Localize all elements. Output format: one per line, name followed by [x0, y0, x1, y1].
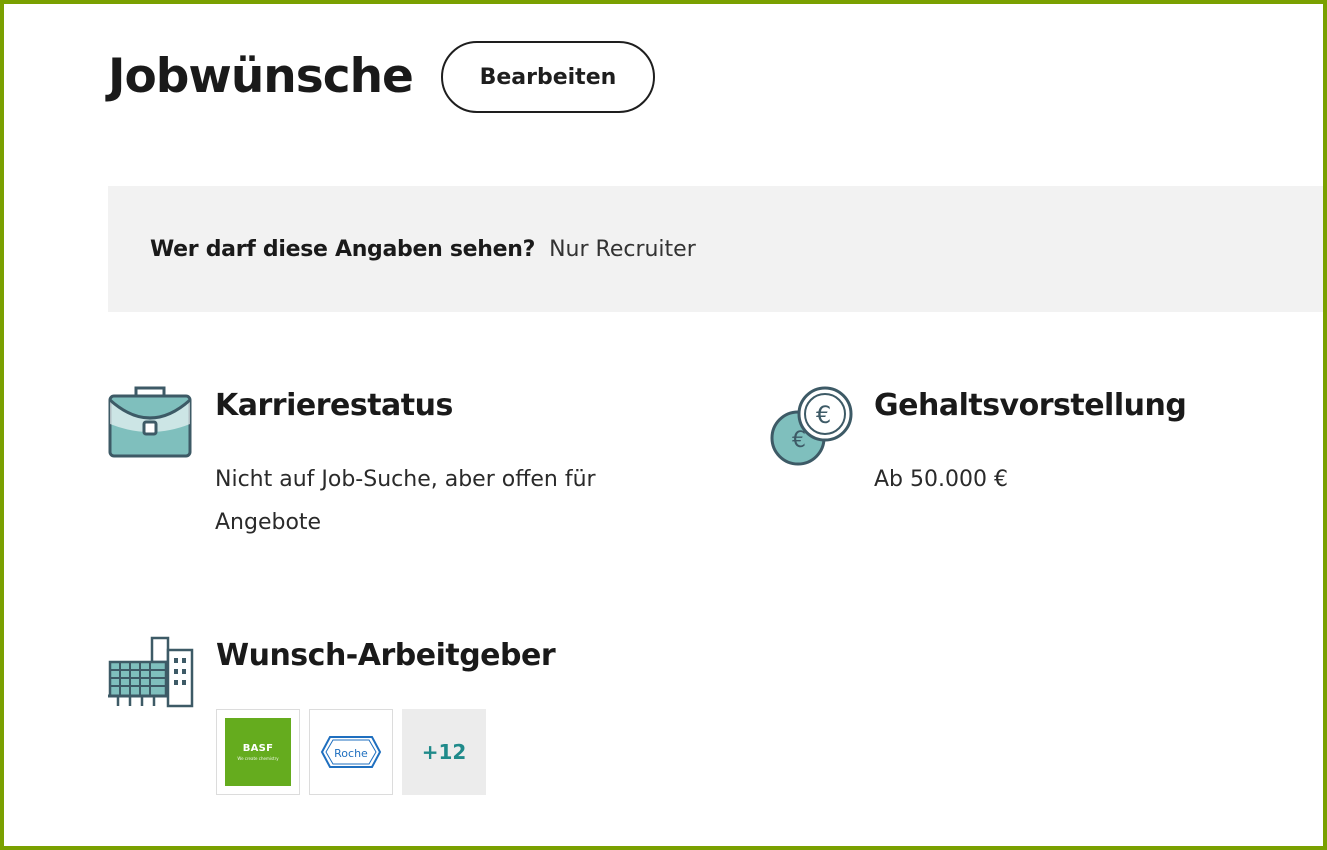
svg-text:€: €: [792, 428, 806, 453]
more-employers-count: +12: [421, 740, 467, 764]
office-buildings-icon: [108, 634, 196, 714]
salary-section: € € Gehaltsvorstellung Ab 50.000 €: [768, 384, 1288, 504]
roche-logo: Roche: [320, 736, 382, 768]
employer-logos: BASF We create chemistry Roche +12: [216, 709, 486, 795]
basf-logo-tagline: We create chemistry: [237, 756, 279, 761]
employer-logo-basf[interactable]: BASF We create chemistry: [216, 709, 300, 795]
basf-logo: BASF We create chemistry: [225, 718, 291, 786]
job-preferences-panel: Jobwünsche Bearbeiten Wer darf diese Ang…: [0, 0, 1327, 850]
visibility-info: Wer darf diese Angaben sehen? Nur Recrui…: [108, 186, 1323, 312]
preferred-employers-section: Wunsch-Arbeitgeber: [108, 634, 708, 714]
career-status-value: Nicht auf Job-Suche, aber offen für Ange…: [215, 467, 596, 535]
edit-button[interactable]: Bearbeiten: [440, 41, 655, 113]
salary-title: Gehaltsvorstellung: [874, 388, 1187, 423]
visibility-answer: Nur Recruiter: [549, 236, 696, 262]
page-title: Jobwünsche: [108, 49, 414, 104]
page-header: Jobwünsche Bearbeiten: [108, 40, 655, 114]
visibility-question: Wer darf diese Angaben sehen?: [150, 236, 536, 262]
employer-logo-roche[interactable]: Roche: [309, 709, 393, 795]
briefcase-icon: [108, 384, 192, 464]
basf-logo-text: BASF: [242, 743, 274, 754]
career-status-title: Karrierestatus: [215, 388, 453, 423]
salary-value: Ab 50.000 €: [874, 467, 1008, 492]
preferred-employers-title: Wunsch-Arbeitgeber: [216, 638, 556, 673]
roche-logo-text: Roche: [334, 747, 368, 760]
euro-coins-icon: € €: [768, 384, 854, 474]
svg-text:€: €: [816, 401, 831, 429]
career-status-section: Karrierestatus Nicht auf Job-Suche, aber…: [108, 384, 668, 554]
more-employers-button[interactable]: +12: [402, 709, 486, 795]
